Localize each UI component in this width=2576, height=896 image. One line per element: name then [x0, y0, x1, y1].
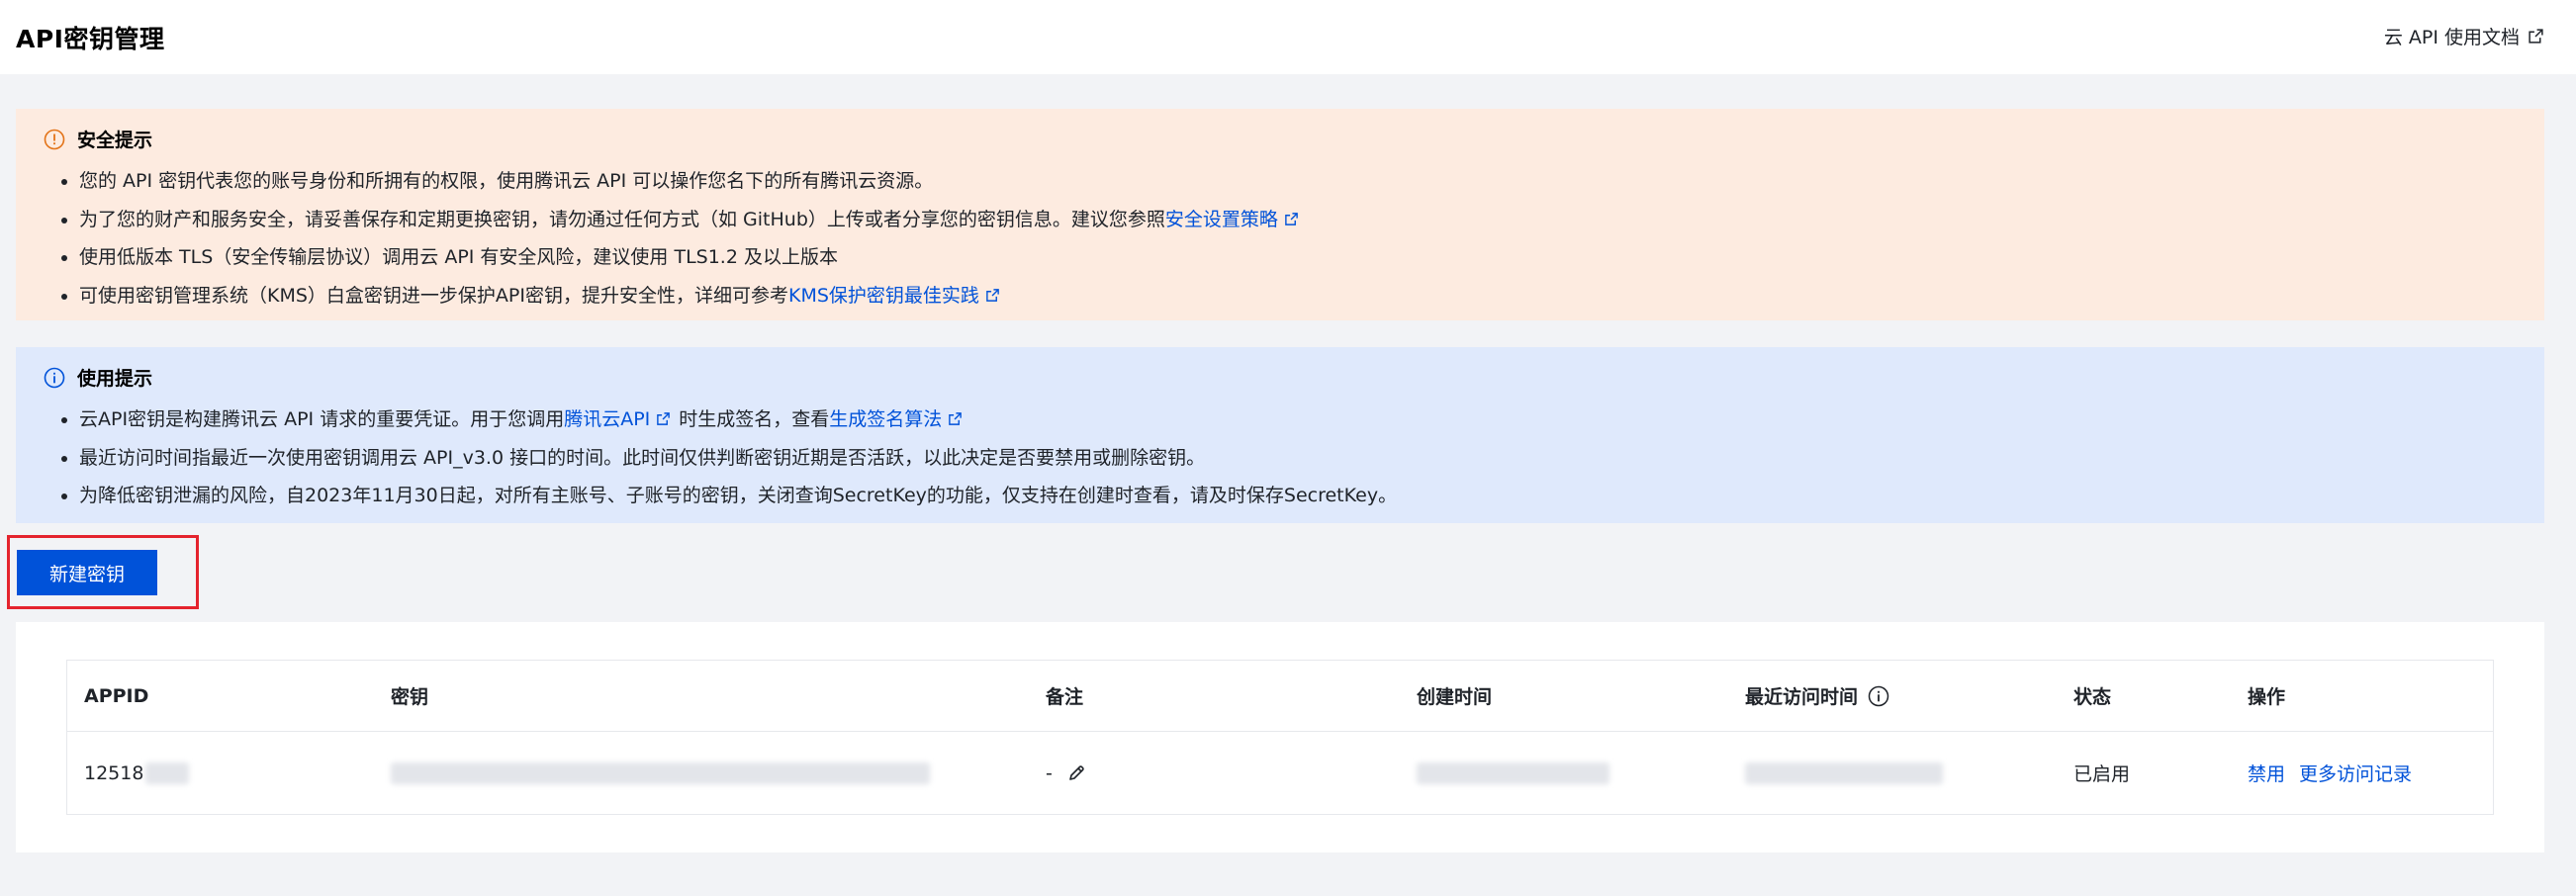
- remark-cell: -: [1046, 731, 1086, 815]
- info-circle-icon: [44, 367, 65, 388]
- key-table-card: APPID 密钥 备注 创建时间 最近访问时间 状态 操作 12518 - 已启…: [16, 622, 2544, 852]
- security-notice-title: 安全提示: [77, 130, 153, 151]
- security-notice-header: 安全提示: [44, 126, 152, 152]
- signature-algorithm-link[interactable]: 生成签名算法: [829, 408, 942, 430]
- tencent-cloud-api-link[interactable]: 腾讯云API: [564, 408, 650, 430]
- create-key-button[interactable]: 新建密钥: [17, 550, 157, 595]
- redacted-secret-id: [391, 762, 930, 784]
- column-header-last-access-label: 最近访问时间: [1745, 686, 1859, 708]
- usage-notice-item: 云API密钥是构建腾讯云 API 请求的重要凭证。用于您调用腾讯云API 时生成签…: [59, 401, 1397, 439]
- usage-notice-list: 云API密钥是构建腾讯云 API 请求的重要凭证。用于您调用腾讯云API 时生成签…: [59, 401, 1397, 515]
- security-notice-item: 使用低版本 TLS（安全传输层协议）调用云 API 有安全风险，建议使用 TLS…: [59, 238, 1307, 277]
- more-access-records-link[interactable]: 更多访问记录: [2299, 760, 2412, 786]
- security-notice-item: 为了您的财产和服务安全，请妥善保存和定期更换密钥，请勿通过任何方式（如 GitH…: [59, 201, 1307, 239]
- external-link-icon: [2529, 29, 2543, 44]
- actions-cell: 禁用 更多访问记录: [2248, 731, 2412, 815]
- warning-circle-icon: [44, 129, 65, 149]
- column-header-key: 密钥: [391, 686, 429, 708]
- column-header-status: 状态: [2073, 686, 2112, 708]
- column-header-last-access: 最近访问时间: [1745, 661, 1889, 731]
- external-link-icon: [986, 288, 999, 302]
- key-table: APPID 密钥 备注 创建时间 最近访问时间 状态 操作 12518 - 已启…: [66, 660, 2494, 815]
- security-notice-list: 您的 API 密钥代表您的账号身份和所拥有的权限，使用腾讯云 API 可以操作您…: [59, 162, 1307, 314]
- security-notice-item: 您的 API 密钥代表您的账号身份和所拥有的权限，使用腾讯云 API 可以操作您…: [59, 162, 1307, 201]
- usage-notice-item: 为降低密钥泄漏的风险，自2023年11月30日起，对所有主账号、子账号的密钥，关…: [59, 477, 1397, 515]
- redacted-last-access-time: [1745, 762, 1943, 784]
- table-row: 12518 - 已启用 禁用 更多访问记录: [67, 731, 2493, 815]
- appid-value: 12518: [84, 762, 144, 784]
- external-link-icon: [657, 412, 671, 425]
- kms-best-practice-link[interactable]: KMS保护密钥最佳实践: [788, 285, 979, 307]
- usage-notice-header: 使用提示: [44, 364, 152, 391]
- disable-link[interactable]: 禁用: [2248, 760, 2285, 786]
- usage-notice: 使用提示 云API密钥是构建腾讯云 API 请求的重要凭证。用于您调用腾讯云AP…: [16, 347, 2544, 523]
- redacted-created-time: [1417, 762, 1610, 784]
- api-doc-link[interactable]: 云 API 使用文档: [2384, 23, 2544, 49]
- info-circle-icon[interactable]: [1868, 685, 1889, 707]
- usage-notice-item: 最近访问时间指最近一次使用密钥调用云 API_v3.0 接口的时间。此时间仅供判…: [59, 439, 1397, 478]
- security-policy-link[interactable]: 安全设置策略: [1165, 209, 1278, 230]
- usage-notice-title: 使用提示: [77, 368, 153, 390]
- redacted-appid-suffix: [145, 762, 190, 784]
- created-time-cell: [1417, 731, 1610, 815]
- external-link-icon: [949, 412, 963, 425]
- secret-id-cell: [391, 731, 930, 815]
- api-doc-link-label: 云 API 使用文档: [2383, 27, 2520, 48]
- table-header: APPID 密钥 备注 创建时间 最近访问时间 状态 操作: [67, 661, 2493, 732]
- external-link-icon: [1285, 212, 1298, 225]
- appid-cell: 12518: [84, 731, 190, 815]
- security-notice: 安全提示 您的 API 密钥代表您的账号身份和所拥有的权限，使用腾讯云 API …: [16, 109, 2544, 320]
- status-badge: 已启用: [2073, 763, 2131, 785]
- security-notice-item: 可使用密钥管理系统（KMS）白盒密钥进一步保护API密钥，提升安全性，详细可参考…: [59, 277, 1307, 315]
- top-bar: API密钥管理 云 API 使用文档: [0, 0, 2576, 74]
- edit-pencil-icon[interactable]: [1066, 763, 1086, 783]
- column-header-remark: 备注: [1046, 686, 1084, 708]
- last-access-cell: [1745, 731, 1943, 815]
- column-header-appid: APPID: [84, 684, 149, 707]
- page-title: API密钥管理: [16, 25, 165, 53]
- remark-value: -: [1046, 762, 1053, 784]
- column-header-created-time: 创建时间: [1417, 686, 1493, 708]
- column-header-actions: 操作: [2248, 686, 2286, 708]
